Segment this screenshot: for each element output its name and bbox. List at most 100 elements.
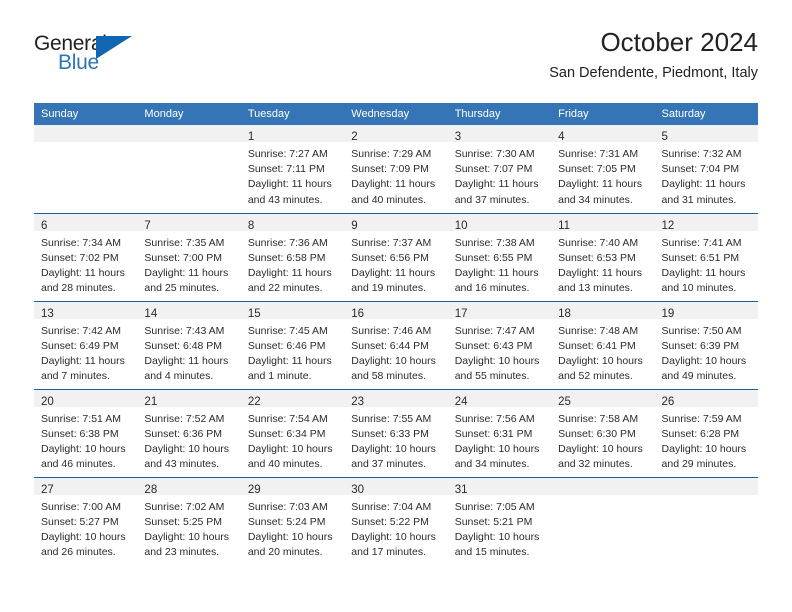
day-number-strip: 13 xyxy=(34,301,138,320)
day-number: 8 xyxy=(247,219,255,232)
calendar-day-cell[interactable]: 7 Sunrise: 7:35 AM Sunset: 7:00 PM Daylight… xyxy=(137,212,241,301)
day-number-strip: 31 xyxy=(447,477,552,496)
day-number-strip: 10 xyxy=(447,213,552,232)
calendar-day-cell-empty xyxy=(137,125,241,213)
calendar-day-cell[interactable]: 2 Sunrise: 7:29 AM Sunset: 7:09 PM Daylight… xyxy=(344,125,448,213)
daylight-text-line1: Daylight: 11 hours xyxy=(247,266,332,279)
daylight-text-line1: Daylight: 11 hours xyxy=(144,266,229,279)
brand-triangle-icon xyxy=(96,36,132,59)
day-number: 15 xyxy=(247,307,261,320)
sunrise-text: Sunrise: 7:36 AM xyxy=(247,236,328,249)
sunrise-text: Sunrise: 7:52 AM xyxy=(144,412,225,425)
calendar-day-cell[interactable]: 14 Sunrise: 7:43 AM Sunset: 6:48 PM Dayligh… xyxy=(137,300,241,389)
day-number-strip xyxy=(137,125,241,142)
calendar-day-cell[interactable]: 24 Sunrise: 7:56 AM Sunset: 6:31 PM Dayligh… xyxy=(447,388,552,477)
calendar-day-cell[interactable]: 6 Sunrise: 7:34 AM Sunset: 7:02 PM Daylight… xyxy=(34,212,138,301)
calendar-day-cell[interactable]: 22 Sunrise: 7:54 AM Sunset: 6:34 PM Dayligh… xyxy=(240,388,345,477)
calendar-day-cell[interactable]: 9 Sunrise: 7:37 AM Sunset: 6:56 PM Daylight… xyxy=(344,212,448,301)
calendar-day-cell[interactable]: 4 Sunrise: 7:31 AM Sunset: 7:05 PM Daylight… xyxy=(551,125,655,213)
weekday-header-saturday: Saturday xyxy=(654,103,758,125)
daylight-text-line2: and 13 minutes. xyxy=(558,282,633,295)
calendar-day-cell[interactable]: 26 Sunrise: 7:59 AM Sunset: 6:28 PM Dayligh… xyxy=(654,388,758,477)
day-number: 30 xyxy=(351,483,365,496)
daylight-text-line2: and 34 minutes. xyxy=(558,193,633,206)
calendar-day-cell[interactable]: 23 Sunrise: 7:55 AM Sunset: 6:33 PM Dayligh… xyxy=(344,388,448,477)
sunrise-text: Sunrise: 7:04 AM xyxy=(351,500,432,513)
day-number: 2 xyxy=(351,131,358,143)
day-number-strip: 4 xyxy=(551,125,655,143)
calendar-day-cell[interactable]: 17 Sunrise: 7:47 AM Sunset: 6:43 PM Dayligh… xyxy=(447,300,552,389)
day-number-strip: 21 xyxy=(137,389,241,408)
sunset-text: Sunset: 6:30 PM xyxy=(558,427,636,440)
page-title: October 2024 xyxy=(600,27,758,57)
calendar-day-cell[interactable]: 5 Sunrise: 7:32 AM Sunset: 7:04 PM Daylight… xyxy=(654,125,758,213)
calendar-day-cell[interactable]: 20 Sunrise: 7:51 AM Sunset: 6:38 PM Dayligh… xyxy=(34,388,138,477)
sunset-text: Sunset: 5:25 PM xyxy=(144,515,223,528)
day-number-strip: 27 xyxy=(34,477,138,496)
calendar-day-cell[interactable]: 8 Sunrise: 7:36 AM Sunset: 6:58 PM Daylight… xyxy=(240,212,345,301)
sunset-text: Sunset: 7:07 PM xyxy=(454,163,533,176)
page-subtitle: San Defendente, Piedmont, Italy xyxy=(549,65,758,81)
day-number: 26 xyxy=(661,395,675,408)
sunrise-text: Sunrise: 7:58 AM xyxy=(558,412,639,425)
calendar-day-cell[interactable]: 1 Sunrise: 7:27 AM Sunset: 7:11 PM Daylight… xyxy=(240,125,345,213)
day-cell-body: Sunrise: 7:42 AM Sunset: 6:49 PM Daylight:… xyxy=(34,319,137,385)
daylight-text-line1: Daylight: 11 hours xyxy=(247,178,332,191)
sunrise-text: Sunrise: 7:27 AM xyxy=(247,148,328,160)
daylight-text-line1: Daylight: 11 hours xyxy=(661,266,746,279)
weekday-header-wednesday: Wednesday xyxy=(344,103,448,125)
calendar-day-cell[interactable]: 28 Sunrise: 7:02 AM Sunset: 5:25 PM Dayligh… xyxy=(137,476,241,565)
calendar-day-cell[interactable]: 16 Sunrise: 7:46 AM Sunset: 6:44 PM Dayligh… xyxy=(344,300,448,389)
day-cell-body: Sunrise: 7:40 AM Sunset: 6:53 PM Daylight:… xyxy=(551,231,654,297)
calendar-day-cell[interactable]: 29 Sunrise: 7:03 AM Sunset: 5:24 PM Dayligh… xyxy=(240,476,345,565)
sunrise-text: Sunrise: 7:47 AM xyxy=(454,324,535,337)
day-cell-body xyxy=(137,142,240,147)
day-cell-body: Sunrise: 7:45 AM Sunset: 6:46 PM Daylight:… xyxy=(241,319,344,385)
calendar-day-cell[interactable]: 27 Sunrise: 7:00 AM Sunset: 5:27 PM Dayligh… xyxy=(34,476,138,565)
day-cell-body: Sunrise: 7:34 AM Sunset: 7:02 PM Daylight:… xyxy=(34,231,137,297)
brand-logo[interactable]: General Blue xyxy=(34,32,146,84)
day-cell-body: Sunrise: 7:58 AM Sunset: 6:30 PM Daylight:… xyxy=(551,407,654,473)
daylight-text-line2: and 29 minutes. xyxy=(661,458,737,471)
calendar-day-cell[interactable]: 11 Sunrise: 7:40 AM Sunset: 6:53 PM Dayligh… xyxy=(551,212,655,301)
title-block: October 2024 San Defendente, Piedmont, I… xyxy=(549,26,758,82)
daylight-text-line1: Daylight: 11 hours xyxy=(351,178,436,191)
calendar-day-cell[interactable]: 10 Sunrise: 7:38 AM Sunset: 6:55 PM Dayligh… xyxy=(447,212,552,301)
sunrise-text: Sunrise: 7:29 AM xyxy=(351,148,432,160)
sunrise-text: Sunrise: 7:48 AM xyxy=(558,324,639,337)
daylight-text-line1: Daylight: 10 hours xyxy=(454,354,540,367)
calendar-day-cell[interactable]: 21 Sunrise: 7:52 AM Sunset: 6:36 PM Dayligh… xyxy=(137,388,241,477)
day-cell-body: Sunrise: 7:04 AM Sunset: 5:22 PM Daylight:… xyxy=(344,495,447,561)
day-number: 6 xyxy=(41,219,48,232)
day-number-strip: 20 xyxy=(34,389,138,408)
sunrise-text: Sunrise: 7:31 AM xyxy=(558,148,639,160)
sunset-text: Sunset: 6:58 PM xyxy=(247,251,326,264)
sunrise-text: Sunrise: 7:03 AM xyxy=(247,500,328,513)
calendar-day-cell[interactable]: 19 Sunrise: 7:50 AM Sunset: 6:39 PM Dayligh… xyxy=(654,300,758,389)
calendar-day-cell[interactable]: 18 Sunrise: 7:48 AM Sunset: 6:41 PM Dayligh… xyxy=(551,300,655,389)
daylight-text-line2: and 1 minute. xyxy=(247,370,312,383)
sunset-text: Sunset: 6:34 PM xyxy=(247,427,326,440)
daylight-text-line1: Daylight: 10 hours xyxy=(144,530,230,543)
calendar-day-cell[interactable]: 13 Sunrise: 7:42 AM Sunset: 6:49 PM Dayligh… xyxy=(34,300,138,389)
page-header: General Blue October 2024 San Defendente… xyxy=(34,26,758,96)
sunrise-text: Sunrise: 7:32 AM xyxy=(661,148,742,160)
daylight-text-line2: and 7 minutes. xyxy=(41,370,110,383)
daylight-text-line2: and 58 minutes. xyxy=(351,370,426,383)
calendar-day-cell[interactable]: 3 Sunrise: 7:30 AM Sunset: 7:07 PM Daylight… xyxy=(447,125,552,213)
calendar-day-cell[interactable]: 15 Sunrise: 7:45 AM Sunset: 6:46 PM Dayligh… xyxy=(240,300,345,389)
calendar-day-cell[interactable]: 25 Sunrise: 7:58 AM Sunset: 6:30 PM Dayligh… xyxy=(551,388,655,477)
daylight-text-line2: and 40 minutes. xyxy=(351,193,426,206)
sunrise-text: Sunrise: 7:55 AM xyxy=(351,412,432,425)
day-cell-body: Sunrise: 7:31 AM Sunset: 7:05 PM Daylight:… xyxy=(551,142,654,208)
sunrise-text: Sunrise: 7:42 AM xyxy=(41,324,121,337)
calendar-day-cell[interactable]: 31 Sunrise: 7:05 AM Sunset: 5:21 PM Dayligh… xyxy=(447,476,552,565)
daylight-text-line2: and 52 minutes. xyxy=(558,370,633,383)
sunset-text: Sunset: 6:56 PM xyxy=(351,251,429,264)
daylight-text-line2: and 40 minutes. xyxy=(247,458,323,471)
calendar-day-cell[interactable]: 30 Sunrise: 7:04 AM Sunset: 5:22 PM Dayligh… xyxy=(344,476,448,565)
sunset-text: Sunset: 6:46 PM xyxy=(247,339,326,352)
calendar-day-cell[interactable]: 12 Sunrise: 7:41 AM Sunset: 6:51 PM Dayligh… xyxy=(654,212,758,301)
day-number-strip: 3 xyxy=(447,125,552,143)
daylight-text-line1: Daylight: 10 hours xyxy=(351,354,436,367)
